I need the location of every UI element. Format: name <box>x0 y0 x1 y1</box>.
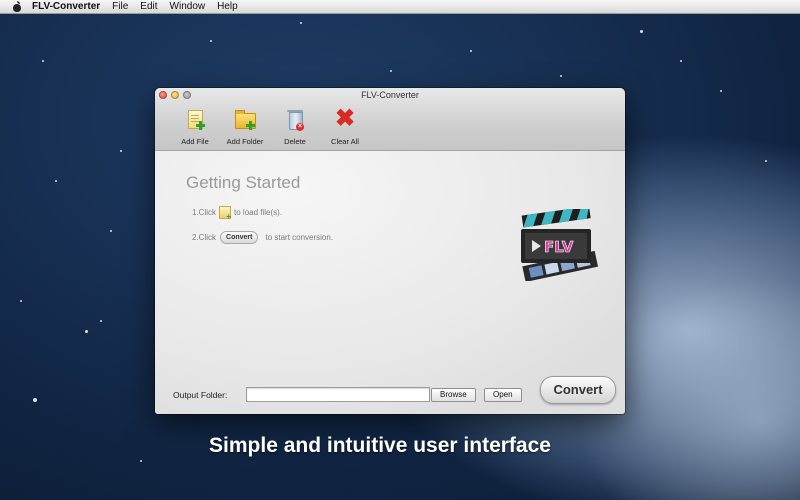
add-folder-button[interactable]: Add Folder <box>219 108 271 146</box>
add-file-label: Add File <box>181 137 209 146</box>
flv-clapperboard-logo: FLV <box>521 209 599 281</box>
trash-icon: × <box>283 108 307 132</box>
getting-started-heading: Getting Started <box>186 173 301 192</box>
menu-window[interactable]: Window <box>170 0 206 13</box>
step2-suffix: to start conversion. <box>265 233 334 242</box>
delete-label: Delete <box>284 137 306 146</box>
clear-all-label: Clear All <box>331 137 359 146</box>
title-bar: FLV-Converter Add File Add Folder × Dele… <box>155 88 625 151</box>
menu-file[interactable]: File <box>112 0 128 13</box>
add-file-icon <box>183 108 207 132</box>
open-button[interactable]: Open <box>484 388 522 402</box>
window-title: FLV-Converter <box>361 90 419 100</box>
flv-logo-text: FLV <box>544 238 574 256</box>
step1-prefix: 1.Click <box>192 208 217 217</box>
toolbar: Add File Add Folder × Delete ✖ Clear All <box>169 105 371 147</box>
convert-button[interactable]: Convert <box>540 376 616 404</box>
output-bar: Output Folder: Browse Open Convert <box>155 376 625 414</box>
red-x-icon: ✖ <box>334 105 356 132</box>
step-2: 2.Click Convert to start conversion. <box>192 231 333 244</box>
app-window: FLV-Converter Add File Add Folder × Dele… <box>155 88 625 414</box>
add-file-button[interactable]: Add File <box>169 108 221 146</box>
menu-help[interactable]: Help <box>217 0 238 13</box>
menu-app-name[interactable]: FLV-Converter <box>32 1 100 12</box>
menu-edit[interactable]: Edit <box>140 0 157 13</box>
add-folder-label: Add Folder <box>226 137 264 146</box>
output-folder-label: Output Folder: <box>173 390 228 400</box>
step-1: 1.Click to load file(s). <box>192 206 283 221</box>
drop-area[interactable]: Getting Started 1.Click to load file(s).… <box>155 151 625 414</box>
add-file-mini-icon <box>219 206 232 221</box>
step1-suffix: to load file(s). <box>234 208 283 217</box>
output-folder-input[interactable] <box>246 387 430 402</box>
browse-button[interactable]: Browse <box>431 388 476 402</box>
delete-button[interactable]: × Delete <box>269 108 321 146</box>
convert-mini-badge: Convert <box>220 231 259 244</box>
promo-caption: Simple and intuitive user interface <box>209 434 551 457</box>
step2-prefix: 2.Click <box>192 233 217 242</box>
add-folder-icon <box>233 108 257 132</box>
apple-icon[interactable] <box>12 0 22 12</box>
menu-bar: FLV-Converter File Edit Window Help <box>0 0 800 14</box>
clear-all-button[interactable]: ✖ Clear All <box>319 105 371 147</box>
